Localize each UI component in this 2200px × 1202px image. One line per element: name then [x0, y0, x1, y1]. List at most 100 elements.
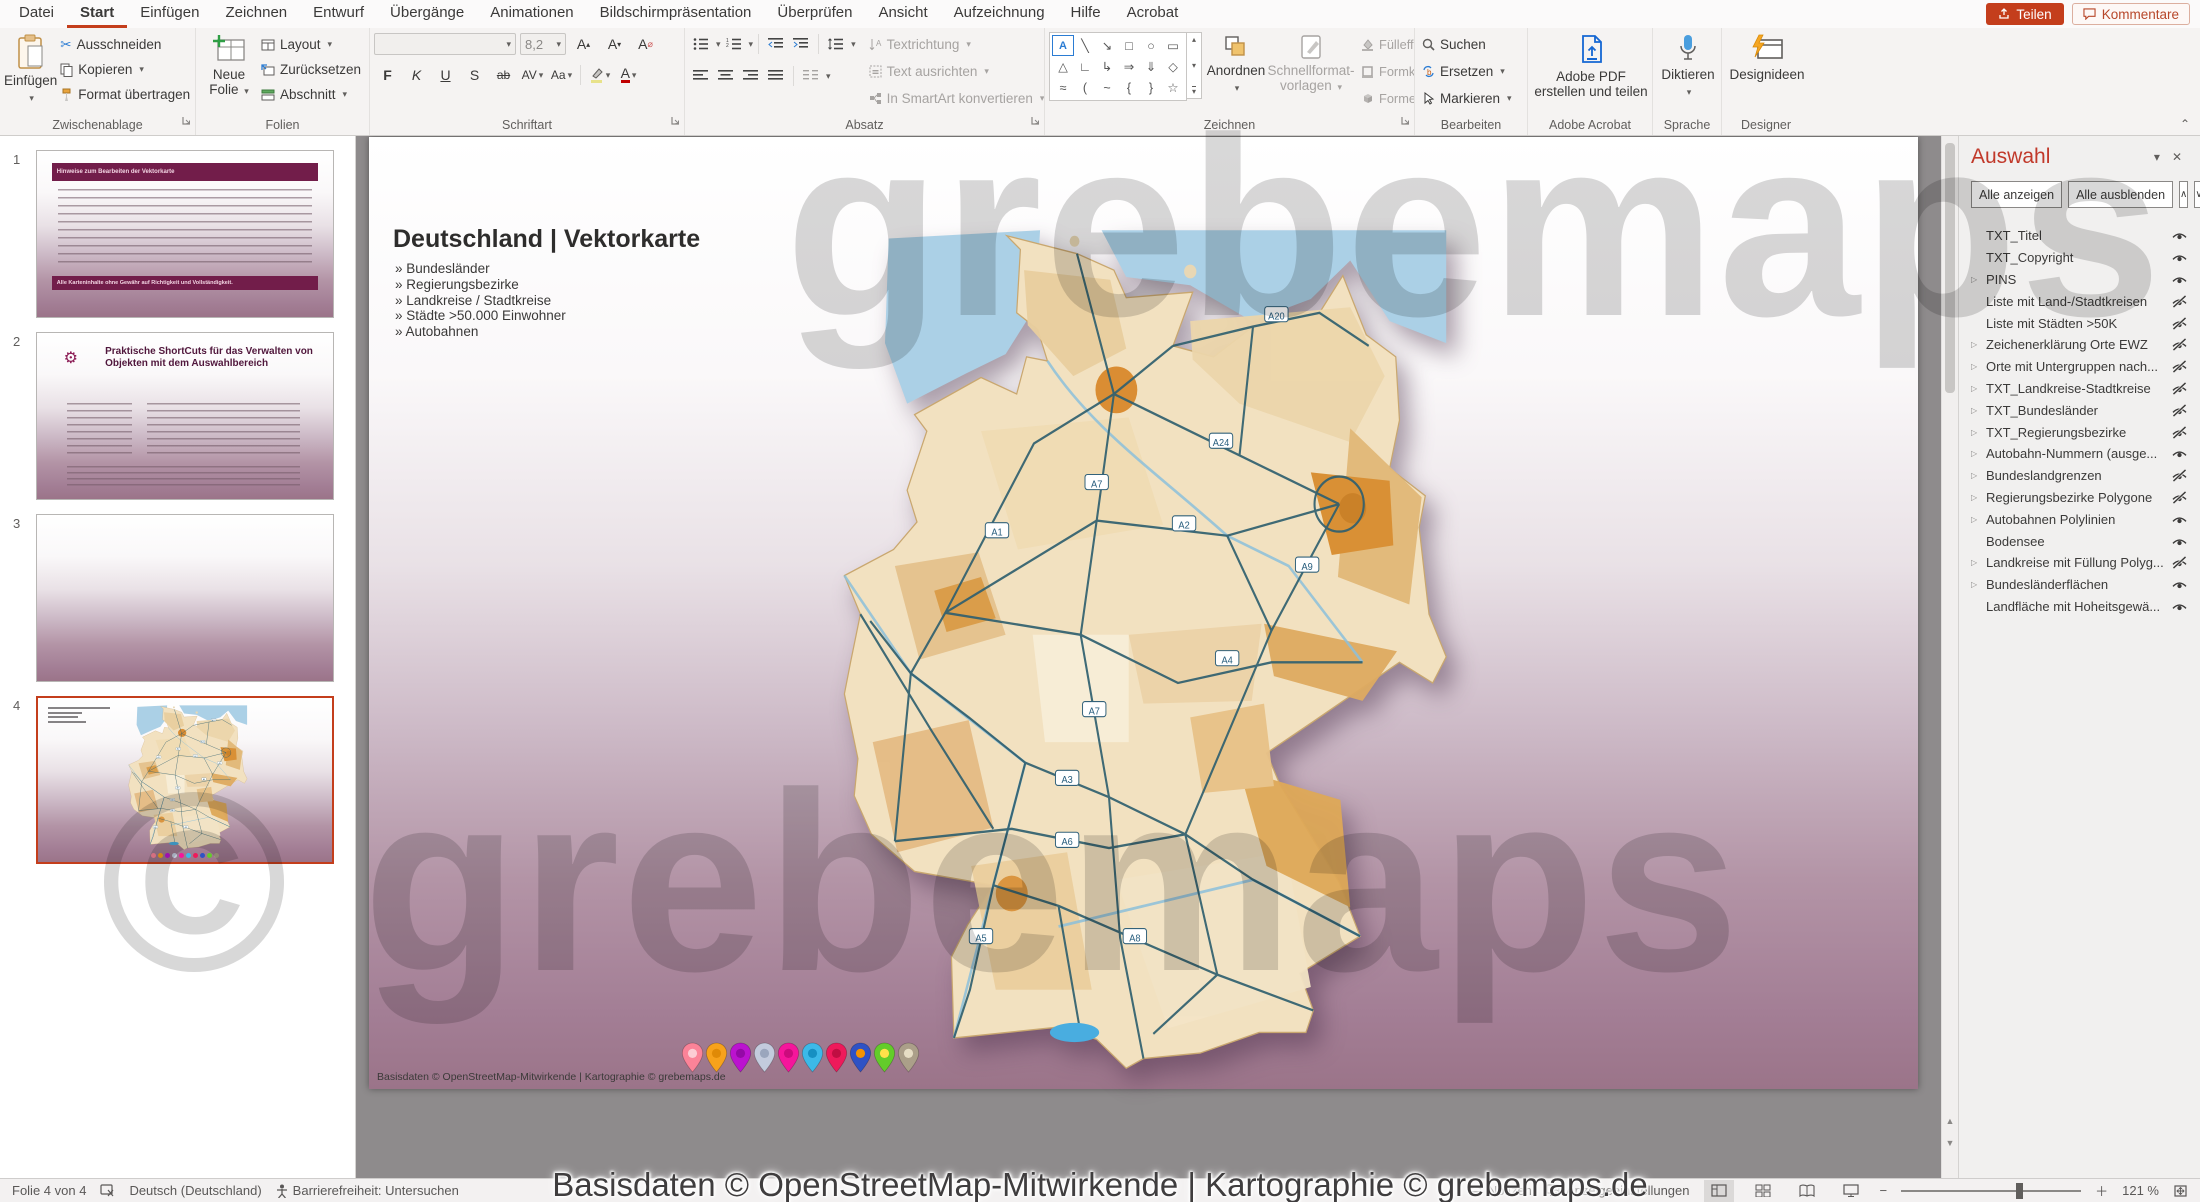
dictate-button[interactable]: Diktieren ▾ — [1657, 32, 1719, 100]
expand-icon[interactable]: ▷ — [1971, 558, 1986, 567]
bold-button[interactable]: F — [374, 63, 401, 87]
expand-icon[interactable]: ▷ — [1971, 471, 1986, 480]
expand-icon[interactable]: ▷ — [1971, 580, 1986, 589]
expand-icon[interactable]: ▷ — [1971, 384, 1986, 393]
selection-item[interactable]: ▷ Landkreise mit Füllung Polyg... — [1971, 552, 2188, 574]
visibility-eye-off-icon[interactable] — [2166, 338, 2188, 352]
shape-right-brace[interactable]: } — [1140, 77, 1162, 98]
paragraph-dialog-launcher[interactable] — [1030, 113, 1041, 131]
map-pin-8[interactable] — [849, 1042, 872, 1078]
shape-scribble[interactable]: ≈ — [1052, 77, 1074, 98]
expand-icon[interactable]: ▷ — [1971, 406, 1986, 415]
line-spacing-dropdown[interactable]: ▾ — [851, 39, 856, 50]
tab-datei[interactable]: Datei — [6, 0, 67, 28]
format-painter-button[interactable]: Format übertragen — [57, 82, 193, 107]
change-case-button[interactable]: Aa ▾ — [548, 63, 575, 87]
map-pin-4[interactable] — [753, 1042, 776, 1078]
selection-item[interactable]: ▷ TXT_Regierungsbezirke — [1971, 421, 2188, 443]
slide-bullet-list[interactable]: » Bundesländer » Regierungsbezirke » Lan… — [395, 261, 566, 340]
strikethrough-button[interactable]: ab — [490, 63, 517, 87]
visibility-eye-icon[interactable] — [2166, 513, 2188, 526]
font-color-button[interactable]: A ▾ — [615, 63, 642, 87]
close-icon[interactable]: ✕ — [2166, 150, 2188, 164]
grow-font-button[interactable]: A ▴ — [570, 32, 597, 56]
slide-sorter-view-button[interactable] — [1748, 1180, 1778, 1202]
selection-item[interactable]: ▷ Orte mit Untergruppen nach... — [1971, 356, 2188, 378]
visibility-eye-off-icon[interactable] — [2166, 425, 2188, 439]
arrange-button[interactable]: Anordnen ▾ — [1207, 32, 1265, 96]
reset-button[interactable]: Zurücksetzen — [258, 57, 364, 82]
align-text-button[interactable]: Text ausrichten ▾ — [866, 59, 1044, 84]
expand-icon[interactable]: ▷ — [1971, 493, 1986, 502]
adobe-pdf-button[interactable]: Adobe PDF erstellen und teilen — [1532, 32, 1650, 99]
zoom-level[interactable]: 121 % — [2122, 1183, 2159, 1198]
collapse-ribbon-button[interactable]: ⌃ — [2180, 117, 2190, 131]
font-name-combo[interactable]: ▾ — [374, 33, 516, 55]
align-right-button[interactable] — [739, 64, 763, 88]
zoom-out-button[interactable]: − — [1880, 1183, 1888, 1198]
tab-animationen[interactable]: Animationen — [477, 0, 586, 28]
design-ideas-button[interactable]: Designideen — [1726, 32, 1808, 82]
selection-item[interactable]: ▷ Autobahn-Nummern (ausge... — [1971, 443, 2188, 465]
align-left-button[interactable] — [689, 64, 713, 88]
shape-star[interactable]: ☆ — [1162, 77, 1184, 98]
bullets-button[interactable] — [689, 32, 713, 56]
visibility-eye-off-icon[interactable] — [2166, 490, 2188, 504]
shape-line[interactable]: ╲ — [1074, 35, 1096, 56]
selection-item[interactable]: ▷ TXT_Landkreise-Stadtkreise — [1971, 378, 2188, 400]
selection-item[interactable]: TXT_Copyright — [1971, 247, 2188, 269]
selection-item[interactable]: ▷ Zeichenerklärung Orte EWZ — [1971, 334, 2188, 356]
selection-item[interactable]: TXT_Titel — [1971, 225, 2188, 247]
tab-einfügen[interactable]: Einfügen — [127, 0, 212, 28]
select-button[interactable]: Markieren ▾ — [1419, 86, 1523, 111]
section-button[interactable]: Abschnitt ▾ — [258, 82, 364, 107]
expand-icon[interactable]: ▷ — [1971, 428, 1986, 437]
shape-elbow-connector[interactable]: ∟ — [1074, 56, 1096, 77]
visibility-eye-icon[interactable] — [2166, 578, 2188, 591]
shape-elbow-arrow-connector[interactable]: ↳ — [1096, 56, 1118, 77]
accessibility-status[interactable]: Barrierefreiheit: Untersuchen — [276, 1183, 459, 1198]
clear-formatting-button[interactable]: A ⌀ — [632, 32, 659, 56]
scrollbar-thumb[interactable] — [1945, 143, 1955, 393]
visibility-eye-icon[interactable] — [2166, 535, 2188, 548]
shape-down-arrow[interactable]: ⇓ — [1140, 56, 1162, 77]
shape-arc[interactable]: ( — [1074, 77, 1096, 98]
show-all-button[interactable]: Alle anzeigen — [1971, 181, 2063, 208]
current-slide[interactable]: Deutschland | Vektorkarte » Bundesländer… — [369, 137, 1918, 1089]
cut-button[interactable]: ✂ Ausschneiden — [57, 32, 193, 57]
shape-outline-button[interactable]: Formkontur▾ — [1358, 59, 1414, 84]
shape-curve[interactable]: ~ — [1096, 77, 1118, 98]
tab-start[interactable]: Start — [67, 0, 128, 28]
justify-button[interactable] — [764, 64, 788, 88]
tab-acrobat[interactable]: Acrobat — [1114, 0, 1192, 28]
visibility-eye-off-icon[interactable] — [2166, 360, 2188, 374]
character-spacing-button[interactable]: AV ▾ — [519, 63, 546, 87]
selection-item[interactable]: ▷ Autobahnen Polylinien — [1971, 508, 2188, 530]
map-pin-6[interactable] — [801, 1042, 824, 1078]
normal-view-button[interactable] — [1703, 1179, 1734, 1202]
map-pin-7[interactable] — [825, 1042, 848, 1078]
shape-rounded-rectangle[interactable]: ▭ — [1162, 35, 1184, 56]
highlight-color-button[interactable]: ▾ — [586, 63, 613, 87]
slide-thumbnail-1[interactable]: Hinweise zum Bearbeiten der Vektorkarte … — [36, 150, 334, 318]
share-button[interactable]: Teilen — [1986, 3, 2064, 25]
expand-icon[interactable]: ▷ — [1971, 449, 1986, 458]
visibility-eye-icon[interactable] — [2166, 229, 2188, 242]
shape-triangle[interactable]: △ — [1052, 56, 1074, 77]
send-backward-button[interactable]: ∨ — [2194, 181, 2200, 208]
shape-effects-button[interactable]: Formeffekte▾ — [1358, 86, 1414, 111]
drawing-dialog-launcher[interactable] — [1400, 113, 1411, 131]
shape-oval[interactable]: ○ — [1140, 35, 1162, 56]
shape-right-arrow[interactable]: ⇒ — [1118, 56, 1140, 77]
selection-item[interactable]: ▷ Regierungsbezirke Polygone — [1971, 487, 2188, 509]
map-pin-3[interactable] — [729, 1042, 752, 1078]
shape-line-arrow[interactable]: ↘ — [1096, 35, 1118, 56]
columns-button[interactable] — [799, 64, 823, 88]
visibility-eye-off-icon[interactable] — [2166, 294, 2188, 308]
canvas-scrollbar[interactable]: ▲ ▼ — [1941, 135, 1958, 1178]
decrease-indent-button[interactable] — [764, 32, 788, 56]
visibility-eye-icon[interactable] — [2166, 251, 2188, 264]
increase-indent-button[interactable] — [789, 32, 813, 56]
visibility-eye-off-icon[interactable] — [2166, 556, 2188, 570]
zoom-slider-knob[interactable] — [2016, 1182, 2024, 1199]
